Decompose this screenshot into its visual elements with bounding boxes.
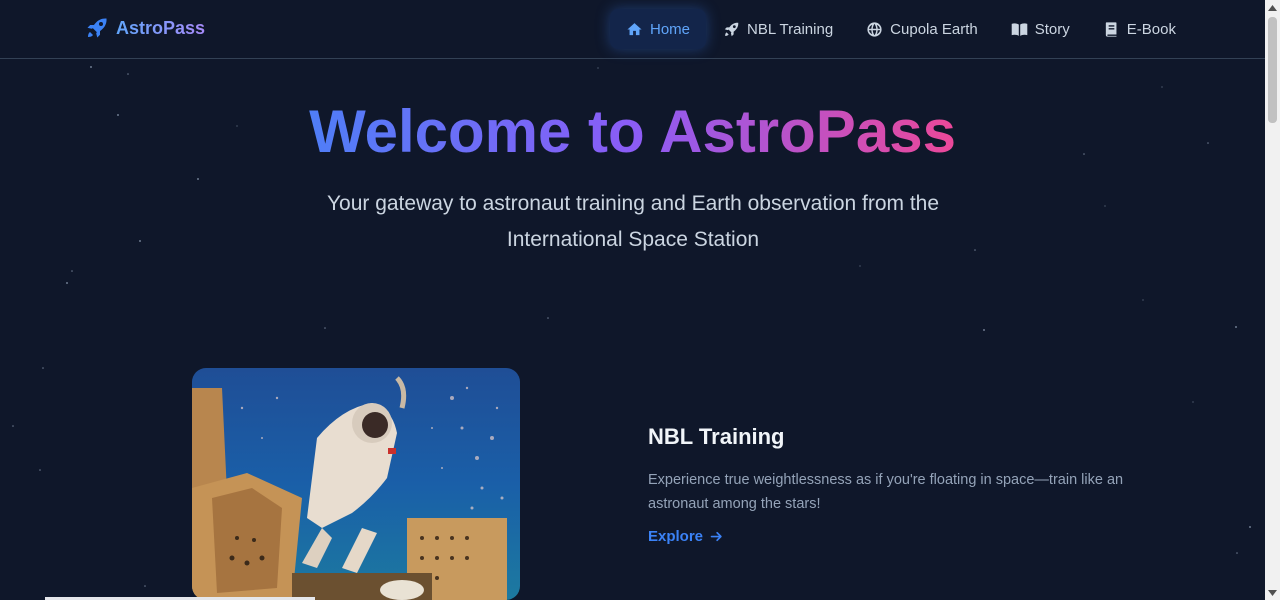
- book-open-icon: [1011, 22, 1028, 36]
- nav-item-ebook[interactable]: E-Book: [1087, 9, 1192, 49]
- scroll-up-arrow-icon[interactable]: [1265, 0, 1280, 15]
- feature-description: Experience true weightlessness as if you…: [648, 472, 1124, 512]
- rocket-icon: [87, 18, 107, 38]
- scrollbar-thumb[interactable]: [1268, 17, 1277, 123]
- book-icon: [1105, 21, 1117, 37]
- hero-subtitle: Your gateway to astronaut training and E…: [326, 192, 940, 251]
- feature-title: NBL Training: [648, 424, 785, 449]
- nav-item-label: E-Book: [1126, 20, 1176, 38]
- nav-item-cupola-earth[interactable]: Cupola Earth: [850, 9, 994, 49]
- nav-item-story[interactable]: Story: [995, 9, 1086, 49]
- nav-item-label: Home: [650, 20, 691, 38]
- nav-item-label: Story: [1034, 20, 1070, 38]
- nbl-training-image[interactable]: [192, 368, 520, 600]
- astronaut-underwater-illustration: [192, 368, 520, 600]
- nav-item-home[interactable]: Home: [610, 9, 707, 49]
- explore-label: Explore: [648, 528, 704, 545]
- globe-icon: [867, 21, 882, 37]
- home-icon: [627, 22, 642, 35]
- brand-logo[interactable]: AstroPass: [85, 16, 205, 40]
- arrow-right-icon: [710, 531, 722, 542]
- scroll-down-arrow-icon[interactable]: [1265, 585, 1280, 600]
- nav-item-nbl-training[interactable]: NBL Training: [707, 9, 849, 49]
- vertical-scrollbar[interactable]: [1265, 0, 1280, 600]
- nav-item-label: Cupola Earth: [890, 20, 978, 38]
- hero-title: Welcome to AstroPass: [309, 98, 956, 165]
- nav-item-label: NBL Training: [747, 20, 834, 38]
- top-navbar: AstroPass Home NBL Training Cupola Earth…: [0, 0, 1265, 59]
- rocket-icon: [724, 22, 739, 36]
- explore-link[interactable]: Explore: [648, 528, 724, 545]
- brand-name: AstroPass: [116, 17, 206, 38]
- main-nav: Home NBL Training Cupola Earth Story E-B…: [610, 9, 1193, 49]
- feature-nbl-training: NBL Training Experience true weightlessn…: [648, 424, 1148, 546]
